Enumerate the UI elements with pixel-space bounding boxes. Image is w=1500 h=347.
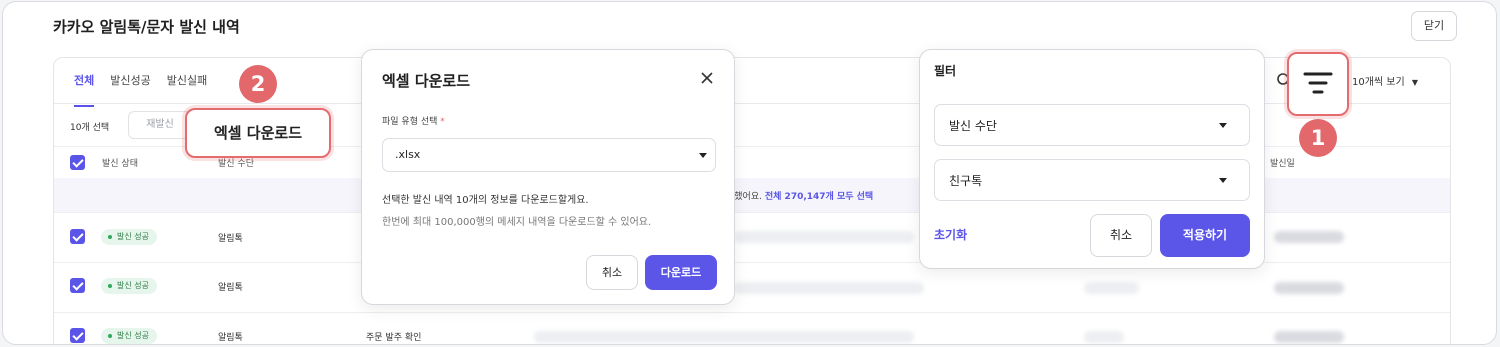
header-status: 발신 상태 bbox=[102, 159, 138, 169]
tab-bar: 전체 발신성공 발신실패 bbox=[74, 72, 207, 107]
status-badge: 발신 성공 bbox=[101, 278, 157, 294]
method-cell: 알림톡 bbox=[218, 333, 243, 343]
download-button[interactable]: 다운로드 bbox=[645, 255, 717, 290]
tab-all[interactable]: 전체 bbox=[74, 72, 95, 107]
send-method-placeholder: 발신 수단 bbox=[949, 119, 997, 133]
blurred-content bbox=[1084, 282, 1139, 294]
caret-down-icon bbox=[1219, 123, 1227, 128]
tab-success[interactable]: 발신성공 bbox=[110, 72, 150, 107]
content-cell: 주문 발주 확인 bbox=[366, 333, 422, 343]
excel-download-callout[interactable]: 엑셀 다운로드 bbox=[185, 108, 331, 158]
filter-title: 필터 bbox=[934, 64, 957, 78]
file-type-value: .xlsx bbox=[395, 148, 421, 161]
method-cell: 알림톡 bbox=[218, 283, 243, 293]
filter-panel: 필터 발신 수단 친구톡 초기화 취소 적용하기 bbox=[919, 49, 1265, 269]
cancel-button[interactable]: 취소 bbox=[586, 255, 638, 290]
file-type-label: 파일 유형 선택 * bbox=[382, 114, 445, 127]
tab-failed[interactable]: 발신실패 bbox=[167, 72, 207, 107]
app-window: 카카오 알림톡/문자 발신 내역 닫기 전체 발신성공 발신실패 10개씩 보기… bbox=[2, 1, 1497, 345]
step-badge-1: 1 bbox=[1299, 119, 1337, 157]
filter-cancel-button[interactable]: 취소 bbox=[1090, 214, 1152, 257]
page-size-select[interactable]: 10개씩 보기 ▼ bbox=[1352, 73, 1418, 88]
blurred-date bbox=[1274, 282, 1344, 294]
row-checkbox[interactable] bbox=[70, 229, 85, 244]
file-type-select[interactable]: .xlsx bbox=[382, 138, 716, 172]
resend-button[interactable]: 재발신 bbox=[128, 111, 192, 139]
required-mark: * bbox=[440, 117, 445, 127]
row-checkbox[interactable] bbox=[70, 278, 85, 293]
caret-down-icon bbox=[1219, 178, 1227, 183]
page-title: 카카오 알림톡/문자 발신 내역 bbox=[53, 18, 240, 36]
close-icon[interactable] bbox=[697, 68, 717, 88]
notice-text: 택했어요. 전체 270,147개 모두 선택 bbox=[726, 189, 873, 202]
caret-down-icon: ▼ bbox=[1411, 78, 1419, 87]
blurred-content bbox=[734, 282, 924, 294]
callout-label: 엑셀 다운로드 bbox=[213, 124, 303, 142]
blurred-content bbox=[534, 331, 914, 343]
file-type-label-text: 파일 유형 선택 bbox=[382, 117, 438, 127]
dialog-title: 엑셀 다운로드 bbox=[382, 72, 471, 90]
blurred-date bbox=[1274, 331, 1344, 343]
download-description: 선택한 발신 내역 10개의 정보를 다운로드할게요. bbox=[382, 195, 589, 206]
apply-filter-button[interactable]: 적용하기 bbox=[1160, 214, 1250, 257]
status-badge: 발신 성공 bbox=[101, 328, 157, 344]
blurred-content bbox=[1084, 331, 1124, 343]
filter-icon bbox=[1303, 72, 1333, 94]
reset-button[interactable]: 초기화 bbox=[934, 226, 967, 243]
divider bbox=[54, 312, 1450, 313]
excel-download-dialog: 엑셀 다운로드 파일 유형 선택 * .xlsx 선택한 발신 내역 10개의 … bbox=[361, 49, 735, 305]
select-all-checkbox[interactable] bbox=[70, 155, 85, 170]
status-badge: 발신 성공 bbox=[101, 229, 157, 245]
caret-down-icon bbox=[699, 153, 707, 158]
filter-button[interactable] bbox=[1287, 52, 1349, 116]
select-all-link[interactable]: 전체 270,147개 모두 선택 bbox=[765, 192, 873, 202]
send-method-value-select[interactable]: 친구톡 bbox=[934, 159, 1250, 201]
send-method-select[interactable]: 발신 수단 bbox=[934, 104, 1250, 146]
close-button[interactable]: 닫기 bbox=[1411, 11, 1457, 41]
method-cell: 알림톡 bbox=[218, 234, 243, 244]
row-checkbox[interactable] bbox=[70, 328, 85, 343]
send-method-value: 친구톡 bbox=[949, 174, 983, 188]
selected-count: 10개 선택 bbox=[70, 123, 110, 133]
header-date: 발신일 bbox=[1270, 159, 1295, 169]
step-badge-2: 2 bbox=[239, 65, 277, 103]
blurred-date bbox=[1274, 231, 1344, 243]
page-size-label: 10개씩 보기 bbox=[1352, 77, 1405, 88]
blurred-content bbox=[734, 231, 914, 243]
download-limit-note: 한번에 최대 100,000행의 메세지 내역을 다운로드할 수 있어요. bbox=[382, 217, 652, 228]
